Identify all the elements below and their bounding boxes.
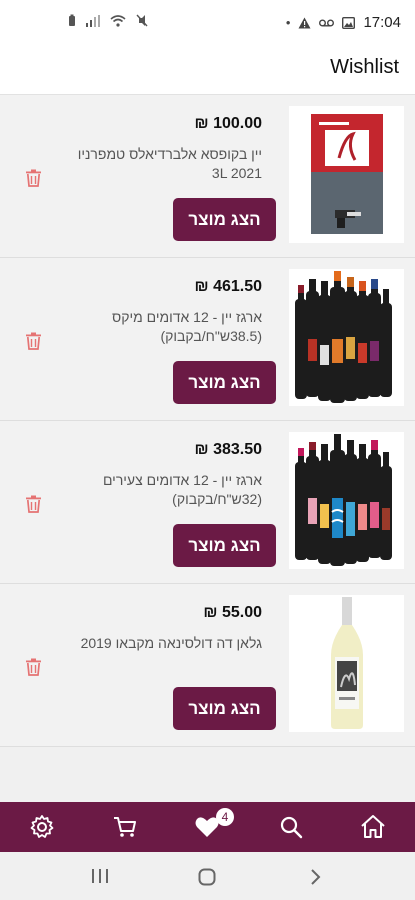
cart-icon[interactable] [112,814,138,840]
view-product-button[interactable]: הצג מוצר [173,524,276,567]
item-price: 383.50 ₪ [194,441,262,458]
status-time: 17:04 [363,14,401,31]
view-product-button[interactable]: הצג מוצר [173,687,276,730]
item-name: ארגז יין - 12 אדומים מיקס (38.5ש"ח/בקבוק… [112,309,262,344]
voicemail-icon [319,19,335,27]
item-name: גלאן דה דולסינאה מקבאו 2019 [80,635,262,651]
wifi-icon [110,14,126,27]
status-left-icons [68,14,148,27]
item-price: 461.50 ₪ [194,278,262,295]
wine-box-image[interactable] [289,106,404,243]
system-nav-bar [0,852,415,900]
view-product-button[interactable]: הצג מוצר [173,198,276,241]
dot-icon: • [285,14,291,30]
wishlist-item: 55.00 ₪ גלאן דה דולסינאה מקבאו 2019 הצג … [0,584,415,747]
app-header: Wishlist [0,44,415,95]
image-icon [342,16,356,29]
home-circle-icon[interactable] [198,868,216,886]
search-icon[interactable] [278,814,304,840]
item-price: 100.00 ₪ [194,115,262,132]
trash-icon[interactable] [25,495,42,513]
young-red-wine-image[interactable] [289,432,404,569]
recents-icon[interactable] [91,868,109,884]
item-name: יין בקופסא אלברדיאלס טמפרניו 3L 2021 [77,146,262,181]
trash-icon[interactable] [25,169,42,187]
trash-icon[interactable] [25,332,42,350]
battery-icon [69,14,75,26]
alert-icon [298,17,311,28]
white-wine-bottle-image[interactable] [289,595,404,732]
bottom-nav: 4 [0,802,415,852]
red-wine-mix-image[interactable] [289,269,404,406]
back-icon[interactable] [310,868,322,886]
item-price: 55.00 ₪ [203,604,262,621]
wishlist-item: 100.00 ₪ יין בקופסא אלברדיאלס טמפרניו 3L… [0,95,415,258]
item-name: ארגז יין - 12 אדומים צעירים (32ש"ח/בקבוק… [102,472,262,507]
signal-icon [86,14,100,27]
status-bar: • 17:04 [0,0,415,44]
mute-icon [136,14,148,27]
wishlist-item: 383.50 ₪ ארגז יין - 12 אדומים צעירים (32… [0,421,415,584]
wishlist-count-badge: 4 [216,808,234,826]
wishlist-item: 461.50 ₪ ארגז יין - 12 אדומים מיקס (38.5… [0,258,415,421]
home-icon[interactable] [360,814,386,840]
status-right-icons: • 17:04 [286,14,401,31]
trash-icon[interactable] [25,658,42,676]
view-product-button[interactable]: הצג מוצר [173,361,276,404]
settings-icon[interactable] [29,814,55,840]
page-title: Wishlist [330,56,399,78]
